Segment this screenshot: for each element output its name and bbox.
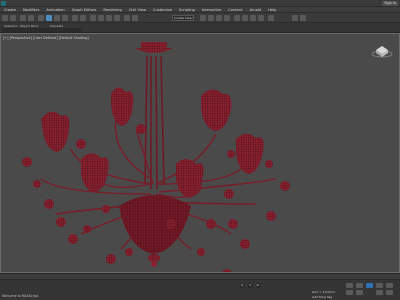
goto-start-icon[interactable] [346, 283, 353, 288]
layer-explorer-icon[interactable] [200, 15, 206, 21]
menu-item-interactive[interactable]: Interactive [202, 8, 221, 12]
title-bar: Sign In [0, 0, 400, 7]
reference-coord-icon[interactable] [72, 15, 78, 21]
select-scale-icon[interactable] [62, 15, 68, 21]
prev-frame-icon[interactable] [356, 283, 363, 288]
menu-item-animation[interactable]: Animation [46, 8, 64, 12]
a360-icon[interactable] [268, 15, 274, 21]
coordinate-display: X: Y: Z: [240, 283, 320, 288]
chandelier-model[interactable] [1, 34, 400, 273]
timeline-track[interactable] [0, 274, 400, 280]
menu-item-civil-view[interactable]: Civil View [129, 8, 146, 12]
undo-icon[interactable] [2, 15, 8, 21]
next-frame-icon[interactable] [376, 283, 383, 288]
spinner-snap-icon[interactable] [114, 15, 120, 21]
render-setup-icon[interactable] [242, 15, 248, 21]
chandelier-canopy [135, 42, 173, 190]
ribbon-panel [2, 28, 82, 32]
zoom-icon[interactable] [376, 290, 383, 295]
goto-end-icon[interactable] [386, 283, 393, 288]
add-time-tag-button[interactable]: Add Time Tag [312, 295, 332, 299]
maxscript-listener[interactable]: Welcome to MAXScript. [2, 294, 39, 298]
play-icon[interactable] [366, 283, 373, 288]
render-icon[interactable] [258, 15, 264, 21]
menu-item-scripting[interactable]: Scripting [179, 8, 195, 12]
align-icon[interactable] [132, 15, 138, 21]
schematic-view-icon[interactable] [224, 15, 230, 21]
mirror-icon[interactable] [124, 15, 130, 21]
toggle-ribbon-icon[interactable] [208, 15, 214, 21]
workspace-settings-icon[interactable] [300, 15, 306, 21]
grid-size-label: Grid = 10,0mm [312, 290, 336, 294]
ribbon: Selection Object Paint Populate [0, 23, 400, 33]
menu-item-content[interactable]: Content [228, 8, 242, 12]
main-toolbar: Create Selection Set [0, 13, 400, 23]
redo-icon[interactable] [10, 15, 16, 21]
angle-snap-icon[interactable] [98, 15, 104, 21]
select-object-icon[interactable] [38, 15, 44, 21]
orbit-icon[interactable] [386, 290, 393, 295]
rendered-frame-icon[interactable] [250, 15, 256, 21]
select-rotate-icon[interactable] [54, 15, 60, 21]
coord-x-field[interactable]: X: [240, 283, 246, 288]
select-move-icon[interactable] [46, 15, 52, 21]
material-editor-icon[interactable] [234, 15, 240, 21]
menu-item-create[interactable]: Create [4, 8, 16, 12]
status-bar: Welcome to MAXScript. X: Y: Z: Grid = 10… [0, 273, 400, 300]
unlink-icon[interactable] [28, 15, 34, 21]
menu-item-help[interactable]: Help [268, 8, 276, 12]
link-icon[interactable] [20, 15, 26, 21]
workspace-icon[interactable] [292, 15, 298, 21]
menu-item-modifiers[interactable]: Modifiers [23, 8, 39, 12]
menu-item-rendering[interactable]: Rendering [103, 8, 121, 12]
pivot-icon[interactable] [80, 15, 86, 21]
chandelier-bowl [119, 195, 191, 267]
app-logo-icon [1, 1, 6, 6]
coord-y-field[interactable]: Y: [248, 283, 253, 288]
selection-set-dropdown[interactable]: Create Selection Set [172, 15, 194, 21]
auto-key-button[interactable] [346, 290, 353, 295]
perspective-viewport[interactable]: [+] [Perspective] [User Defined] [Defaul… [0, 33, 400, 273]
snap-icon[interactable] [90, 15, 96, 21]
set-key-button[interactable] [356, 290, 363, 295]
coord-z-field[interactable]: Z: [255, 283, 261, 288]
percent-snap-icon[interactable] [106, 15, 112, 21]
menu-item-arnold[interactable]: Arnold [250, 8, 262, 12]
menu-item-customize[interactable]: Customize [153, 8, 172, 12]
curve-editor-icon[interactable] [216, 15, 222, 21]
menu-item-graph-editors[interactable]: Graph Editors [72, 8, 97, 12]
sign-in-button[interactable]: Sign In [382, 1, 398, 6]
